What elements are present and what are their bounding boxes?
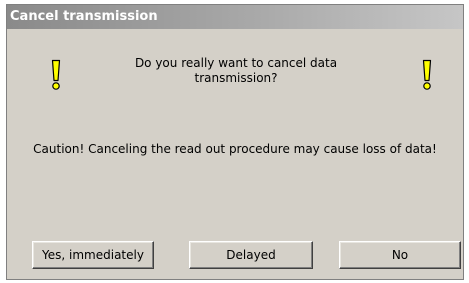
confirmation-question: Do you really want to cancel data transm… — [134, 56, 338, 85]
yes-immediately-button[interactable]: Yes, immediately — [32, 241, 154, 269]
warning-icon-left — [49, 59, 63, 91]
dialog-title-bar[interactable]: Cancel transmission — [7, 5, 463, 29]
delayed-button[interactable]: Delayed — [189, 241, 313, 269]
cancel-transmission-dialog: Cancel transmission Do you really want t… — [6, 4, 464, 280]
caution-message: Caution! Canceling the read out procedur… — [33, 142, 437, 156]
warning-icon-right — [420, 59, 434, 91]
no-button[interactable]: No — [339, 241, 461, 269]
dialog-title: Cancel transmission — [10, 9, 158, 24]
